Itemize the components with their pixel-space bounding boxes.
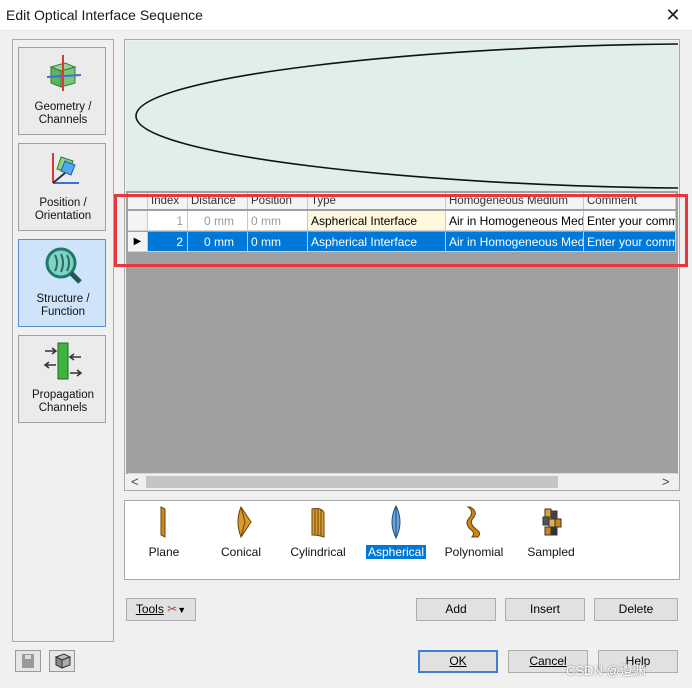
- library-item-polynomial[interactable]: Polynomial: [436, 503, 512, 563]
- sidebar-item-propagation[interactable]: Propagation Channels: [18, 335, 106, 423]
- close-icon[interactable]: ✕: [658, 2, 688, 28]
- save-icon[interactable]: [15, 650, 41, 672]
- 3d-view-icon[interactable]: [49, 650, 75, 672]
- window-title: Edit Optical Interface Sequence: [6, 7, 203, 23]
- position-axes-icon: [52, 153, 79, 184]
- chevron-down-icon: ▼: [177, 605, 187, 615]
- sidebar-item-geometry[interactable]: Geometry / Channels: [18, 47, 106, 135]
- cylindrical-surface-icon: [311, 508, 325, 538]
- sidebar-item-label: Propagation Channels: [31, 389, 95, 414]
- insert-button[interactable]: Insert: [505, 598, 585, 621]
- conical-surface-icon: [237, 505, 252, 539]
- geometry-cube-icon: [46, 55, 82, 91]
- sidebar-item-label: Geometry / Channels: [34, 101, 92, 126]
- aspherical-surface-icon: [391, 505, 401, 539]
- tools-icon: ✂: [167, 602, 178, 616]
- tools-button[interactable]: Tools ✂▼: [126, 598, 196, 621]
- library-item-plane[interactable]: Plane: [126, 503, 202, 563]
- magnifier-structure-icon: [45, 247, 82, 284]
- scroll-left-icon[interactable]: <: [131, 473, 139, 490]
- library-item-cylindrical[interactable]: Cylindrical: [280, 503, 356, 563]
- sampled-surface-icon: [542, 508, 562, 536]
- polynomial-surface-icon: [466, 506, 481, 538]
- delete-button[interactable]: Delete: [594, 598, 678, 621]
- sidebar-item-position[interactable]: Position / Orientation: [18, 143, 106, 231]
- plane-surface-icon: [160, 506, 166, 538]
- scroll-right-icon[interactable]: >: [662, 473, 670, 490]
- ok-button[interactable]: OK: [418, 650, 498, 673]
- watermark-text: CSDN @澄渊: [566, 663, 646, 678]
- library-item-sampled[interactable]: Sampled: [513, 503, 589, 563]
- sidebar-item-label: Position / Orientation: [34, 197, 92, 222]
- scrollbar-thumb[interactable]: [146, 476, 558, 488]
- sidebar-item-structure[interactable]: Structure / Function: [18, 239, 106, 327]
- surface-preview: [126, 41, 679, 191]
- aspherical-profile-curve: [135, 43, 679, 189]
- library-item-aspherical[interactable]: Aspherical: [358, 503, 434, 563]
- sidebar-item-label: Structure / Function: [36, 293, 90, 318]
- add-button[interactable]: Add: [416, 598, 496, 621]
- highlight-annotation-box: [114, 194, 688, 267]
- propagation-arrows-icon: [43, 342, 83, 380]
- library-item-conical[interactable]: Conical: [203, 503, 279, 563]
